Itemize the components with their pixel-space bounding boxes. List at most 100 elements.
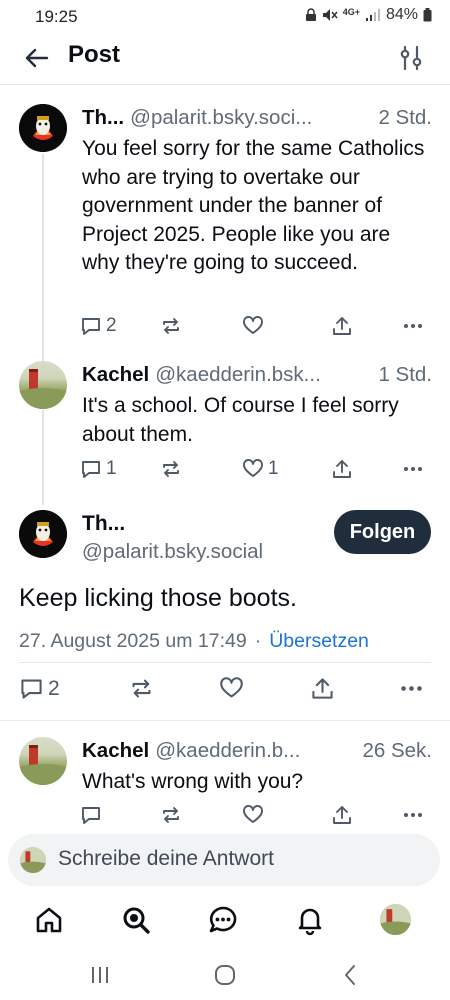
reply-button[interactable]: 1 (80, 458, 117, 480)
author-handle[interactable]: @palarit.bsky.social (82, 540, 263, 564)
chat-icon (209, 906, 237, 933)
reply-count: 1 (106, 458, 117, 479)
thread-line (42, 154, 44, 361)
share-icon (333, 806, 351, 824)
status-bar: 19:25 4G+ 84% (0, 0, 450, 34)
field-avatar-icon (20, 847, 46, 873)
reply-icon (82, 807, 100, 824)
more-button[interactable] (399, 676, 424, 701)
field-avatar-icon (19, 745, 67, 785)
like-button[interactable]: 1 (242, 458, 279, 480)
divider (0, 720, 450, 721)
share-button[interactable] (331, 458, 353, 480)
more-button[interactable] (402, 315, 424, 337)
author-name[interactable]: Kachel (82, 739, 149, 763)
header-divider (0, 84, 450, 85)
nav-search[interactable] (120, 904, 152, 936)
post-actions: 1 1 (80, 458, 430, 484)
share-icon (333, 317, 351, 335)
reply-composer[interactable]: Schreibe deine Antwort (8, 834, 440, 886)
post-time: 26 Sek. (362, 739, 432, 762)
avatar[interactable] (19, 510, 67, 558)
post-time: 1 Std. (378, 363, 432, 386)
share-icon (333, 460, 351, 478)
avatar[interactable] (19, 737, 67, 785)
author-handle[interactable]: @palarit.bsky.soci... (130, 106, 376, 130)
post-text: Keep licking those boots. (19, 584, 297, 612)
arrow-left-icon (25, 48, 49, 68)
status-time: 19:25 (35, 7, 78, 26)
recent-apps-button[interactable] (87, 962, 113, 988)
avatar[interactable] (19, 361, 67, 409)
more-button[interactable] (402, 458, 424, 480)
dog-avatar-icon (19, 104, 67, 152)
thread-line (42, 410, 44, 505)
bottom-nav (0, 895, 450, 945)
reply-count: 2 (106, 315, 117, 336)
reply-placeholder: Schreibe deine Antwort (58, 847, 274, 870)
repost-button[interactable] (129, 676, 154, 701)
post-text: It's a school. Of course I feel sorry ab… (82, 394, 399, 446)
like-button[interactable] (242, 804, 264, 826)
repost-icon (163, 318, 179, 334)
profile-avatar-icon (380, 904, 411, 935)
nav-notifications[interactable] (294, 904, 326, 936)
recents-icon (92, 967, 108, 983)
date-separator: · (254, 630, 262, 652)
translate-link[interactable]: Übersetzen (269, 630, 369, 653)
battery-icon (423, 8, 432, 22)
divider (19, 662, 431, 663)
post-actions (80, 804, 430, 830)
avatar (20, 847, 46, 873)
author-handle[interactable]: @kaedderin.b... (155, 739, 360, 763)
header: Post (0, 34, 450, 82)
share-button[interactable] (310, 676, 335, 701)
chevron-left-icon (345, 965, 355, 985)
signal-icon (365, 8, 381, 22)
avatar[interactable] (19, 104, 67, 152)
repost-icon (163, 461, 179, 477)
repost-button[interactable] (160, 804, 182, 826)
more-button[interactable] (402, 804, 424, 826)
circle-home-icon (215, 965, 235, 985)
post-time: 2 Std. (378, 106, 432, 129)
battery-level: 84% (385, 6, 418, 23)
back-system-button[interactable] (338, 962, 364, 988)
nav-home[interactable] (33, 904, 65, 936)
heart-icon (243, 805, 263, 823)
nav-profile[interactable] (380, 904, 411, 935)
back-button[interactable] (22, 43, 52, 73)
more-icon (401, 686, 422, 691)
author-handle[interactable]: @kaedderin.bsk... (155, 363, 376, 387)
thread-settings-button[interactable] (398, 43, 424, 73)
sliders-icon (400, 45, 422, 71)
author-name[interactable]: Kachel (82, 363, 149, 387)
like-button[interactable] (219, 676, 244, 701)
home-system-button[interactable] (212, 962, 238, 988)
reply-icon (82, 318, 100, 335)
reply-button[interactable]: 2 (80, 315, 117, 337)
dog-avatar-icon (19, 510, 67, 558)
repost-button[interactable] (160, 458, 182, 480)
reply-icon (21, 679, 42, 699)
post-date: 27. August 2025 um 17:49 (19, 630, 247, 652)
share-button[interactable] (331, 315, 353, 337)
reply-count: 2 (48, 676, 60, 700)
repost-button[interactable] (160, 315, 182, 337)
heart-icon (243, 459, 263, 477)
author-name[interactable]: Th... (82, 106, 124, 130)
reply-button[interactable] (80, 804, 102, 826)
network-label: 4G+ (342, 7, 360, 17)
follow-button[interactable]: Folgen (334, 510, 431, 554)
more-icon (404, 813, 422, 817)
nav-chat[interactable] (207, 904, 239, 936)
more-icon (404, 467, 422, 471)
post-text: You feel sorry for the same Catholics wh… (82, 137, 425, 275)
reply-icon (82, 461, 100, 478)
repost-icon (163, 807, 179, 823)
like-button[interactable] (242, 315, 264, 337)
author-name[interactable]: Th... (82, 512, 125, 536)
system-nav (0, 950, 450, 1000)
reply-button[interactable]: 2 (19, 676, 60, 701)
share-button[interactable] (331, 804, 353, 826)
